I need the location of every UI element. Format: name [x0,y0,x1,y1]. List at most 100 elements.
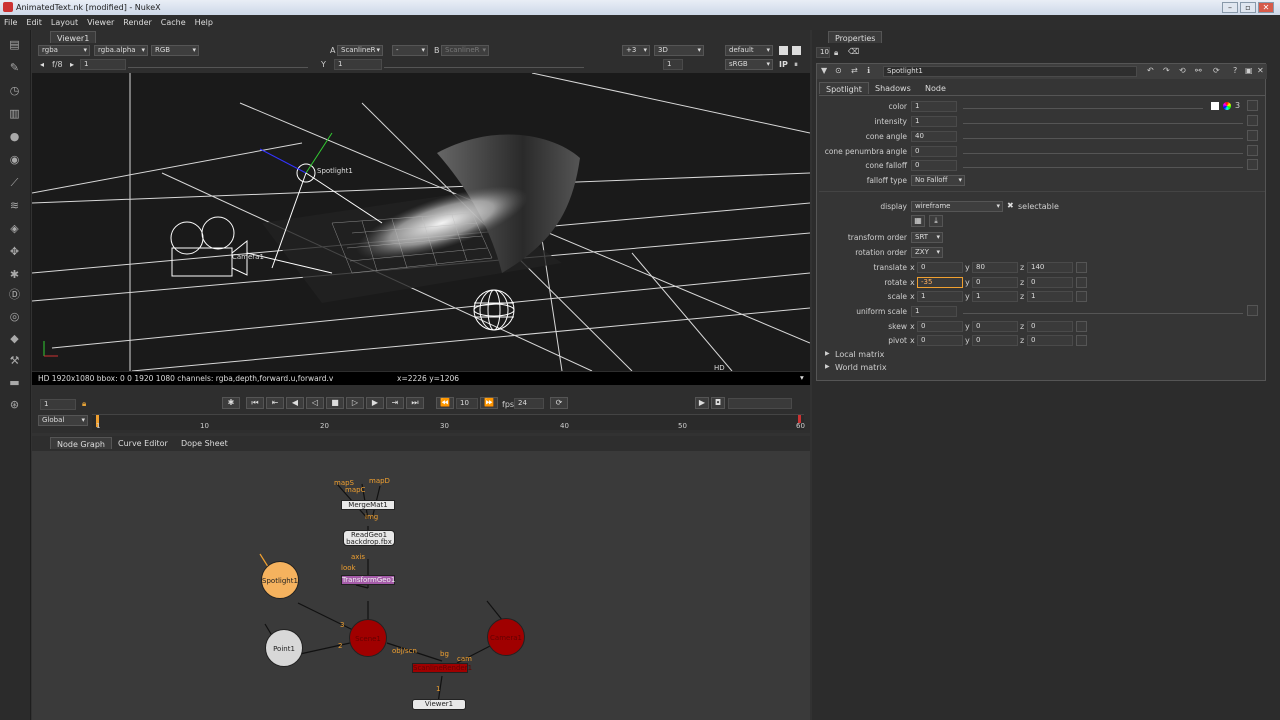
selectable-checkbox[interactable]: ✖ [1007,201,1014,210]
falloff-field[interactable]: 0 [911,160,957,171]
3d-viewport[interactable]: Spotlight1 Camera1 HD [32,73,810,371]
prev-keyframe-button[interactable]: ⇤ [266,397,284,409]
keyer-nodes-icon[interactable]: ⟋ [8,176,21,189]
file-menu-icon[interactable]: ▦ [911,215,925,227]
skew-y-field[interactable]: 0 [972,321,1018,332]
3d-nodes-icon[interactable]: ◈ [8,222,21,235]
translate-z-field[interactable]: 140 [1027,262,1073,273]
world-matrix-expand-icon[interactable]: ▶ [825,363,830,370]
color-field[interactable]: 1 [911,101,957,112]
point-light-sphere[interactable] [473,289,515,331]
cache-field[interactable] [728,398,792,409]
color-wheel-icon[interactable] [1223,102,1231,110]
world-matrix-group[interactable]: World matrix [835,363,887,372]
pivot-x-field[interactable]: 0 [917,335,963,346]
skip-back-button[interactable]: ⏪ [436,397,454,409]
close-node-icon[interactable]: ✕ [1257,66,1264,75]
node-readgeo[interactable]: ReadGeo1 backdrop.fbx [343,530,395,546]
info-expand-icon[interactable]: ▾ [800,373,804,382]
compare-dropdown[interactable]: - [392,45,428,56]
penumbra-field[interactable]: 0 [911,146,957,157]
penumbra-animation-icon[interactable] [1247,145,1258,156]
fps-field[interactable]: 24 [514,398,544,409]
prev-frame-button[interactable]: ◀ [286,397,304,409]
uniform-scale-field[interactable]: 1 [911,306,957,317]
center-node-icon[interactable]: ⊙ [835,66,842,75]
pivot-z-field[interactable]: 0 [1027,335,1073,346]
transform-nodes-icon[interactable]: ✥ [8,245,21,258]
uniform-scale-animation-icon[interactable] [1247,305,1258,316]
rotation-order-dropdown[interactable]: ZXY [911,247,943,258]
stop-button[interactable]: ■ [326,397,344,409]
tab-node-graph[interactable]: Node Graph [50,437,112,449]
cone-angle-field[interactable]: 40 [911,131,957,142]
max-panels-field[interactable]: 10 [816,47,830,58]
last-frame-button[interactable]: ⏭ [406,397,424,409]
fstop-next-icon[interactable]: ▸ [70,60,74,69]
rotate-animation-icon[interactable] [1076,277,1087,288]
zoom-dropdown[interactable]: +3 [622,45,650,56]
timeline-bar[interactable]: 1 10 20 30 40 50 60 [92,414,805,430]
display-dropdown[interactable]: wireframe [911,201,1003,212]
next-frame-button[interactable]: ▶ [366,397,384,409]
menu-file[interactable]: File [4,18,17,27]
tab-shadows[interactable]: Shadows [869,82,917,94]
menu-layout[interactable]: Layout [51,18,78,27]
cone-angle-animation-icon[interactable] [1247,130,1258,141]
clip-warning-icon[interactable] [792,46,801,55]
float-window-icon[interactable]: ▣ [1245,66,1253,75]
uniform-scale-slider[interactable] [963,304,1243,314]
ip-button[interactable]: IP [779,60,788,69]
translate-y-field[interactable]: 80 [972,262,1018,273]
menu-render[interactable]: Render [123,18,151,27]
node-transformgeo[interactable]: TransformGeo1 [341,575,395,585]
close-button[interactable]: ✕ [1258,2,1274,13]
views-nodes-icon[interactable]: ◎ [8,310,21,323]
local-matrix-expand-icon[interactable]: ▶ [825,350,830,357]
tab-properties[interactable]: Properties [828,31,883,43]
scale-animation-icon[interactable] [1076,291,1087,302]
scale-x-field[interactable]: 1 [917,291,963,302]
fstop-prev-icon[interactable]: ◂ [40,60,44,69]
node-spotlight[interactable]: Spotlight1 [261,561,299,599]
channels-dropdown[interactable]: rgba [38,45,90,56]
link-icon[interactable]: ⚯ [1195,66,1202,75]
particles-nodes-icon[interactable]: ✱ [8,268,21,281]
display-mode-dropdown[interactable]: RGB [151,45,199,56]
lut-dropdown[interactable]: default [725,45,773,56]
node-mergemat[interactable]: MergeMat1 [341,500,395,510]
question-icon[interactable]: ? [1233,66,1237,75]
pause-viewer-icon[interactable]: ⏸ [794,60,798,70]
roi-icon[interactable] [779,46,788,55]
gamma-slider[interactable] [384,58,584,68]
menu-edit[interactable]: Edit [26,18,42,27]
skew-x-field[interactable]: 0 [917,321,963,332]
current-frame-field[interactable]: 1 [40,399,76,410]
intensity-animation-icon[interactable] [1247,115,1258,126]
play-forward-button[interactable]: ▷ [346,397,364,409]
frame-increment-field[interactable]: 10 [456,398,478,409]
help-icon[interactable]: ℹ [867,66,870,75]
merge-nodes-icon[interactable]: ≋ [8,199,21,212]
revert-icon[interactable]: ⟲ [1179,66,1186,75]
color-animation-icon[interactable] [1247,100,1258,111]
rotate-z-field[interactable]: 0 [1027,277,1073,288]
metadata-nodes-icon[interactable]: ◆ [8,332,21,345]
color-swatch[interactable] [1211,102,1219,110]
view-mode-dropdown[interactable]: 3D [654,45,704,56]
node-viewer[interactable]: Viewer1 [412,699,466,710]
toolsets-icon[interactable]: ⚒ [8,354,21,367]
gain-field[interactable]: 1 [80,59,126,70]
global-range-dropdown[interactable]: Global [38,415,88,426]
float-panel-icon[interactable]: ⇄ [851,66,858,75]
alpha-channel-dropdown[interactable]: rgba.alpha [94,45,148,56]
menu-viewer[interactable]: Viewer [87,18,114,27]
pivot-animation-icon[interactable] [1076,335,1087,346]
node-scene[interactable]: Scene1 [349,619,387,657]
snap-menu-icon[interactable]: ⤓ [929,215,943,227]
a-input-dropdown[interactable]: ScanlineR [337,45,383,56]
lock-icon[interactable]: 🔒︎ [82,399,86,409]
node-scanlinerender[interactable]: ScanlineRender1 [412,663,472,673]
translate-animation-icon[interactable] [1076,262,1087,273]
loop-mode-icon[interactable]: ⟳ [550,397,568,409]
